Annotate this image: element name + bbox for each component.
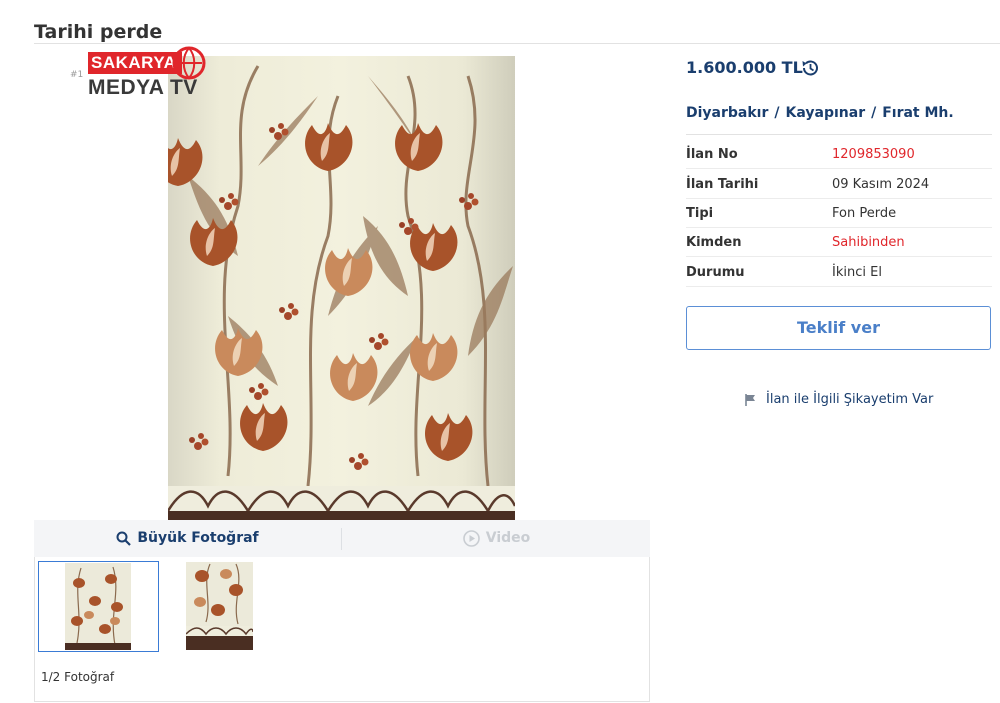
photo-tabs: Büyük Fotoğraf Video xyxy=(34,520,650,558)
detail-label: Kimden xyxy=(686,235,742,250)
detail-value: İkinci El xyxy=(832,265,882,280)
detail-label: Tipi xyxy=(686,206,714,221)
thumbnail-panel: 1/2 Fotoğraf xyxy=(34,557,650,702)
big-photo-button[interactable]: Büyük Fotoğraf xyxy=(34,520,341,557)
tab-divider xyxy=(341,528,342,550)
location-city[interactable]: Diyarbakır xyxy=(686,105,768,121)
location-divider xyxy=(686,134,992,135)
detail-row-from: Kimden Sahibinden xyxy=(686,227,992,257)
complaint-label: İlan ile İlgili Şikayetim Var xyxy=(766,392,934,407)
location-separator: / xyxy=(774,105,780,121)
video-button[interactable]: Video xyxy=(343,520,650,557)
detail-value: 09 Kasım 2024 xyxy=(832,177,930,192)
globe-icon xyxy=(172,46,206,80)
play-circle-icon xyxy=(462,529,480,547)
detail-row-type: Tipi Fon Perde xyxy=(686,198,992,228)
history-icon[interactable] xyxy=(800,58,820,78)
detail-row-listing-no: İlan No 1209853090 xyxy=(686,139,992,169)
detail-label: İlan Tarihi xyxy=(686,177,759,192)
detail-row-condition: Durumu İkinci El xyxy=(686,257,992,287)
flag-icon xyxy=(745,393,755,406)
page-title: Tarihi perde xyxy=(34,20,163,43)
location-district[interactable]: Kayapınar xyxy=(786,105,866,121)
photo-count: 1/2 Fotoğraf xyxy=(41,670,115,684)
location-breadcrumb: Diyarbakır / Kayapınar / Fırat Mh. xyxy=(686,105,954,121)
thumbnail-2[interactable] xyxy=(186,562,253,650)
complaint-link[interactable]: İlan ile İlgili Şikayetim Var xyxy=(744,392,933,407)
location-separator: / xyxy=(871,105,877,121)
detail-value: 1209853090 xyxy=(832,147,915,162)
watermark-logo: #1 SAKARYA MEDYA TV xyxy=(60,46,220,106)
video-label: Video xyxy=(485,530,531,546)
detail-value: Sahibinden xyxy=(832,235,905,250)
big-photo-label: Büyük Fotoğraf xyxy=(137,530,259,546)
detail-label: İlan No xyxy=(686,147,738,162)
price: 1.600.000 TL xyxy=(686,58,803,77)
detail-row-listing-date: İlan Tarihi 09 Kasım 2024 xyxy=(686,169,992,199)
detail-value: Fon Perde xyxy=(832,206,897,221)
thumbnail-1[interactable] xyxy=(38,561,159,652)
watermark-hash: #1 xyxy=(70,70,84,80)
detail-label: Durumu xyxy=(686,265,745,280)
main-photo[interactable] xyxy=(168,56,515,520)
photo-viewer: #1 SAKARYA MEDYA TV xyxy=(34,46,650,520)
watermark-top: SAKARYA xyxy=(88,52,183,74)
make-offer-button[interactable]: Teklif ver xyxy=(686,306,991,350)
location-neighborhood[interactable]: Fırat Mh. xyxy=(882,105,954,121)
search-icon xyxy=(116,531,132,546)
